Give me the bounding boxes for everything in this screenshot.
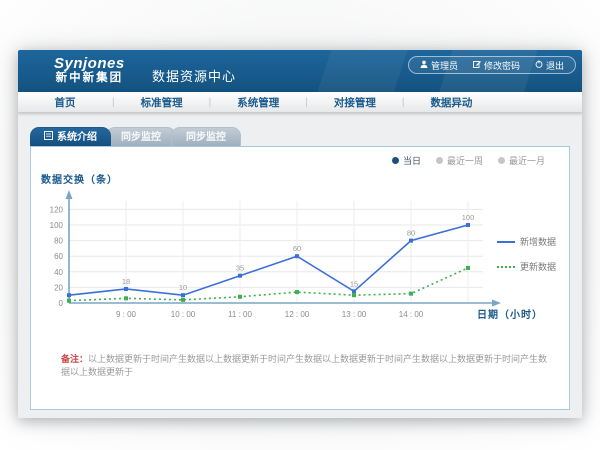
nav-item-home[interactable]: 首页 xyxy=(18,95,112,110)
content-area: 系统介绍 同步监控 同步监控 当日 最近一周 xyxy=(18,113,582,417)
radio-dot-icon xyxy=(392,157,399,164)
admin-menu-item[interactable]: 管理员 xyxy=(420,59,458,72)
edit-icon xyxy=(473,60,481,70)
app-title: 数据资源中心 xyxy=(152,66,236,85)
footnote: 备注：以上数据更新于时间产生数据以上数据更新于时间产生数据以上数据更新于时间产生… xyxy=(61,353,553,378)
svg-text:35: 35 xyxy=(236,264,244,273)
tab-system-intro[interactable]: 系统介绍 xyxy=(30,127,111,146)
tab-bar: 系统介绍 同步监控 同步监控 xyxy=(30,127,236,146)
svg-text:60: 60 xyxy=(54,252,63,261)
svg-text:100: 100 xyxy=(462,213,475,222)
svg-text:11 : 00: 11 : 00 xyxy=(228,310,252,319)
radio-today[interactable]: 当日 xyxy=(392,154,421,167)
logout-icon xyxy=(535,60,543,70)
logout-button[interactable]: 退出 xyxy=(535,59,564,72)
page-background: Synjones 新中新集团 数据资源中心 管理员 修改密码 xyxy=(0,0,600,450)
svg-text:60: 60 xyxy=(293,244,301,253)
chart-legend: 新增数据 更新数据 xyxy=(497,235,556,285)
blue-line-swatch-icon xyxy=(497,241,515,243)
radio-last-week[interactable]: 最近一周 xyxy=(436,154,483,167)
user-icon xyxy=(420,60,428,70)
logout-label: 退出 xyxy=(546,59,564,72)
svg-text:80: 80 xyxy=(54,237,63,246)
svg-text:80: 80 xyxy=(407,229,415,238)
svg-text:20: 20 xyxy=(54,283,63,292)
tab-label: 同步监控 xyxy=(186,128,226,147)
x-axis-title: 日期（小时） xyxy=(477,306,543,321)
chart-panel: 当日 最近一周 最近一月 数据交换（条） 0 20 40 60 80 100 120 9 : … xyxy=(30,146,570,410)
svg-text:40: 40 xyxy=(54,268,63,277)
svg-text:12 : 00: 12 : 00 xyxy=(285,310,310,319)
legend-label: 新增数据 xyxy=(520,235,556,248)
legend-item-updated-data[interactable]: 更新数据 xyxy=(497,260,556,273)
main-nav: 首页 | 标准管理 | 系统管理 | 对接管理 | 数据异动 xyxy=(18,92,582,113)
tab-label: 系统介绍 xyxy=(57,128,97,147)
legend-label: 更新数据 xyxy=(520,260,556,273)
svg-text:100: 100 xyxy=(50,221,64,230)
tab-sync-monitor-2[interactable]: 同步监控 xyxy=(171,127,241,146)
document-grid-icon xyxy=(44,128,53,147)
radio-dot-icon xyxy=(498,157,505,164)
nav-item-standard-mgmt[interactable]: 标准管理 xyxy=(115,95,209,110)
green-dotted-swatch-icon xyxy=(497,266,515,268)
svg-text:18: 18 xyxy=(122,277,130,286)
user-menu: 管理员 修改密码 退出 xyxy=(408,56,576,74)
svg-text:14 : 00: 14 : 00 xyxy=(399,310,424,319)
change-password-label: 修改密码 xyxy=(484,59,520,72)
legend-item-new-data[interactable]: 新增数据 xyxy=(497,235,556,248)
admin-label: 管理员 xyxy=(431,59,458,72)
svg-text:15: 15 xyxy=(350,279,358,288)
window-footer xyxy=(18,410,582,418)
radio-label: 最近一月 xyxy=(509,154,545,167)
svg-text:0: 0 xyxy=(59,299,64,308)
nav-item-interface-mgmt[interactable]: 对接管理 xyxy=(308,95,402,110)
radio-label: 最近一周 xyxy=(447,154,483,167)
logo-company: 新中新集团 xyxy=(54,72,125,84)
y-axis-title: 数据交换（条） xyxy=(41,171,118,186)
radio-last-month[interactable]: 最近一月 xyxy=(498,154,545,167)
radio-dot-icon xyxy=(436,157,443,164)
tab-sync-monitor-1[interactable]: 同步监控 xyxy=(106,127,176,146)
line-chart: 0 20 40 60 80 100 120 9 : 00 10 : 00 11 : 00 12 : … xyxy=(31,187,531,325)
app-window: Synjones 新中新集团 数据资源中心 管理员 修改密码 xyxy=(18,50,582,418)
footnote-prefix: 备注： xyxy=(61,354,88,364)
svg-text:13 : 00: 13 : 00 xyxy=(342,310,367,319)
change-password-button[interactable]: 修改密码 xyxy=(473,59,520,72)
logo: Synjones 新中新集团 xyxy=(54,56,125,84)
svg-text:120: 120 xyxy=(50,205,64,214)
svg-text:9 : 00: 9 : 00 xyxy=(116,310,137,319)
time-filter: 当日 最近一周 最近一月 xyxy=(392,154,545,167)
logo-brand: Synjones xyxy=(54,56,125,72)
svg-text:10: 10 xyxy=(179,283,187,292)
footnote-text: 以上数据更新于时间产生数据以上数据更新于时间产生数据以上数据更新于时间产生数据以… xyxy=(61,354,547,377)
tab-label: 同步监控 xyxy=(121,128,161,147)
svg-text:10 : 00: 10 : 00 xyxy=(171,310,196,319)
nav-item-data-change[interactable]: 数据异动 xyxy=(404,95,498,110)
header: Synjones 新中新集团 数据资源中心 管理员 修改密码 xyxy=(18,50,582,92)
radio-label: 当日 xyxy=(403,154,421,167)
nav-item-system-mgmt[interactable]: 系统管理 xyxy=(211,95,305,110)
